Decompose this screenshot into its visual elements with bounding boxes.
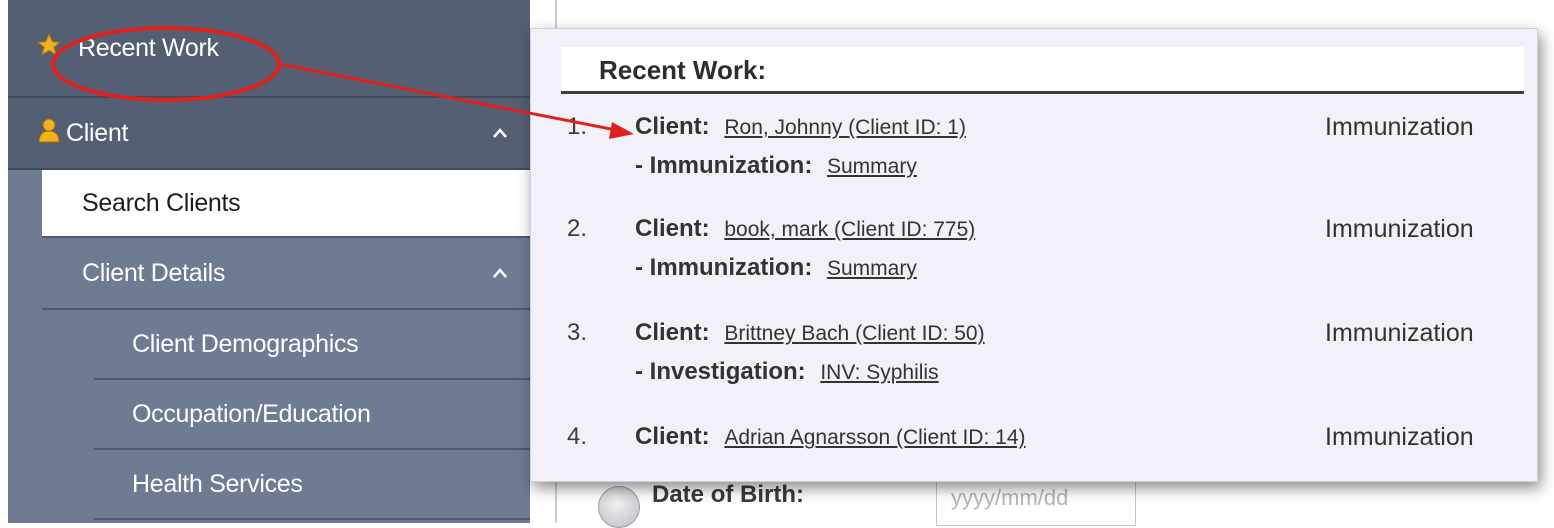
sidebar: Recent Work Client Search Clients Client… [8,0,530,523]
item-number: 2. [567,215,588,242]
work-type: Immunization [1325,423,1474,451]
sidebar-item-label: Occupation/Education [132,399,371,428]
sidebar-item-recent-work[interactable]: Recent Work [8,0,530,98]
popup-header: Recent Work: [561,47,1524,94]
chevron-up-icon[interactable] [492,123,508,144]
sub-label: - Immunization: [635,152,813,179]
client-link[interactable]: Brittney Bach (Client ID: 50) [724,322,984,345]
client-label: Client: [635,319,710,346]
list-item: 4. Client: Adrian Agnarsson (Client ID: … [531,423,1539,503]
sidebar-item-search-clients[interactable]: Search Clients [42,170,530,236]
client-label: Client: [635,113,710,140]
user-icon [38,117,60,150]
item-number: 4. [567,423,588,450]
sub-link[interactable]: INV: Syphilis [820,361,938,384]
work-type: Immunization [1325,113,1474,141]
sidebar-item-label: Client Demographics [132,329,359,358]
sidebar-item-label: Search Clients [82,188,241,217]
item-number: 3. [567,319,588,346]
popup-title: Recent Work: [599,55,767,85]
client-label: Client: [635,215,710,242]
sidebar-item-client-demographics[interactable]: Client Demographics [94,310,530,378]
list-item: 2. Client: book, mark (Client ID: 775) -… [531,215,1539,295]
list-item: 1. Client: Ron, Johnny (Client ID: 1) - … [531,113,1539,193]
sidebar-item-label: Health Services [132,469,303,498]
work-type: Immunization [1325,215,1474,243]
divider [94,518,530,520]
client-link[interactable]: Ron, Johnny (Client ID: 1) [724,116,966,139]
sub-link[interactable]: Summary [827,155,917,178]
sidebar-item-client[interactable]: Client [8,98,530,170]
sidebar-item-label: Client [66,118,129,147]
sub-label: - Immunization: [635,254,813,281]
sub-label: - Investigation: [635,358,806,385]
sidebar-item-label: Recent Work [78,33,219,62]
sidebar-item-health-services[interactable]: Health Services [94,450,530,518]
sub-link[interactable]: Summary [827,257,917,280]
client-link[interactable]: Adrian Agnarsson (Client ID: 14) [724,426,1025,449]
star-icon [36,32,62,65]
item-number: 1. [567,113,588,140]
client-link[interactable]: book, mark (Client ID: 775) [724,218,975,241]
work-type: Immunization [1325,319,1474,347]
sidebar-item-occupation-education[interactable]: Occupation/Education [94,380,530,448]
sidebar-item-label: Client Details [82,258,226,287]
list-item: 3. Client: Brittney Bach (Client ID: 50)… [531,319,1539,399]
sidebar-item-client-details[interactable]: Client Details [42,238,530,308]
client-label: Client: [635,423,710,450]
chevron-up-icon[interactable] [492,263,508,284]
recent-work-popup: Recent Work: 1. Client: Ron, Johnny (Cli… [530,28,1538,482]
